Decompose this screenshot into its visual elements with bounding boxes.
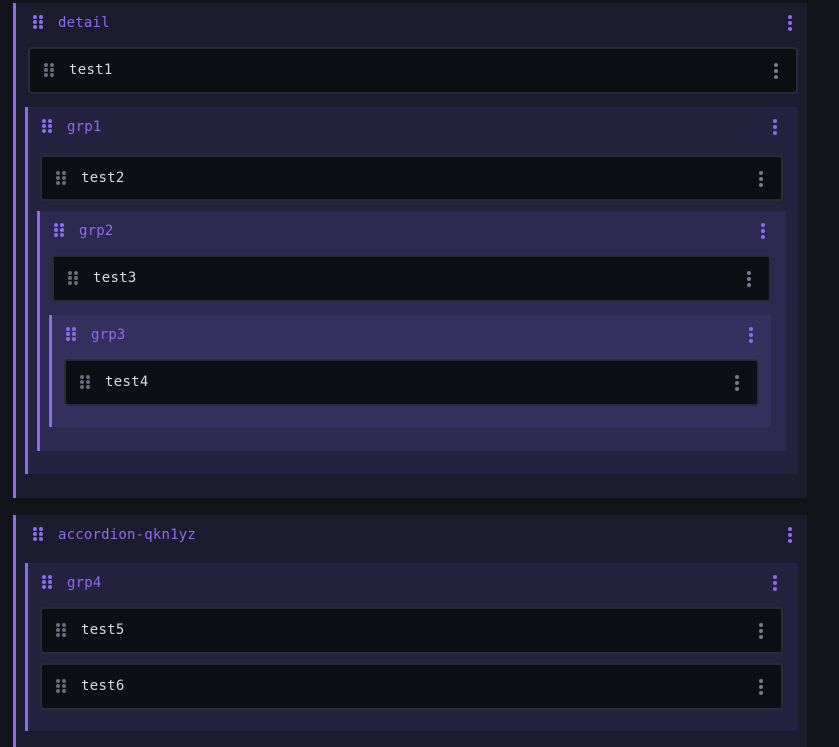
group-title: detail bbox=[58, 15, 110, 31]
field-test6[interactable]: test6 bbox=[40, 663, 783, 710]
drag-handle-icon[interactable] bbox=[56, 679, 66, 693]
more-vertical-icon[interactable] bbox=[788, 15, 792, 31]
drag-handle-icon[interactable] bbox=[33, 15, 43, 29]
field-label: test3 bbox=[93, 270, 137, 286]
group-header[interactable]: detail bbox=[16, 3, 807, 41]
field-label: test5 bbox=[81, 622, 125, 638]
group-grp2: grp2 test3 grp3 test4 bbox=[37, 211, 786, 451]
form-builder-canvas: detail test1 grp1 test2 grp2 test3 grp3 … bbox=[0, 0, 839, 747]
more-vertical-icon[interactable] bbox=[749, 327, 753, 343]
group-grp3: grp3 test4 bbox=[49, 315, 771, 427]
field-label: test4 bbox=[105, 374, 149, 390]
more-vertical-icon[interactable] bbox=[747, 271, 751, 287]
more-vertical-icon[interactable] bbox=[759, 171, 763, 187]
group-grp4: grp4 test5 test6 bbox=[25, 563, 798, 731]
drag-handle-icon[interactable] bbox=[42, 119, 52, 133]
drag-handle-icon[interactable] bbox=[54, 223, 64, 237]
field-test5[interactable]: test5 bbox=[40, 607, 783, 654]
drag-handle-icon[interactable] bbox=[80, 375, 90, 389]
more-vertical-icon[interactable] bbox=[759, 679, 763, 695]
drag-handle-icon[interactable] bbox=[44, 63, 54, 77]
group-header[interactable]: grp3 bbox=[52, 315, 771, 353]
more-vertical-icon[interactable] bbox=[773, 575, 777, 591]
drag-handle-icon[interactable] bbox=[33, 527, 43, 541]
group-header[interactable]: grp2 bbox=[40, 211, 786, 249]
more-vertical-icon[interactable] bbox=[774, 63, 778, 79]
field-test2[interactable]: test2 bbox=[40, 155, 783, 201]
more-vertical-icon[interactable] bbox=[788, 527, 792, 543]
field-label: test6 bbox=[81, 678, 125, 694]
group-title: grp4 bbox=[67, 575, 102, 591]
group-detail: detail test1 grp1 test2 grp2 test3 grp3 … bbox=[13, 3, 807, 498]
more-vertical-icon[interactable] bbox=[735, 375, 739, 391]
drag-handle-icon[interactable] bbox=[68, 271, 78, 285]
field-test1[interactable]: test1 bbox=[28, 47, 798, 94]
group-title: grp1 bbox=[67, 119, 102, 135]
drag-handle-icon[interactable] bbox=[66, 327, 76, 341]
group-title: accordion-qkn1yz bbox=[58, 527, 197, 543]
drag-handle-icon[interactable] bbox=[42, 575, 52, 589]
group-grp1: grp1 test2 grp2 test3 grp3 test4 bbox=[25, 107, 798, 474]
more-vertical-icon[interactable] bbox=[773, 119, 777, 135]
group-header[interactable]: accordion-qkn1yz bbox=[16, 515, 807, 553]
group-header[interactable]: grp1 bbox=[28, 107, 798, 145]
field-label: test1 bbox=[69, 62, 113, 78]
field-test4[interactable]: test4 bbox=[64, 359, 759, 406]
more-vertical-icon[interactable] bbox=[759, 623, 763, 639]
field-label: test2 bbox=[81, 170, 125, 186]
drag-handle-icon[interactable] bbox=[56, 171, 66, 185]
group-title: grp2 bbox=[79, 223, 114, 239]
more-vertical-icon[interactable] bbox=[761, 223, 765, 239]
group-header[interactable]: grp4 bbox=[28, 563, 798, 601]
drag-handle-icon[interactable] bbox=[56, 623, 66, 637]
field-test3[interactable]: test3 bbox=[52, 255, 771, 302]
group-accordion: accordion-qkn1yz grp4 test5 test6 bbox=[13, 515, 807, 747]
group-title: grp3 bbox=[91, 327, 126, 343]
